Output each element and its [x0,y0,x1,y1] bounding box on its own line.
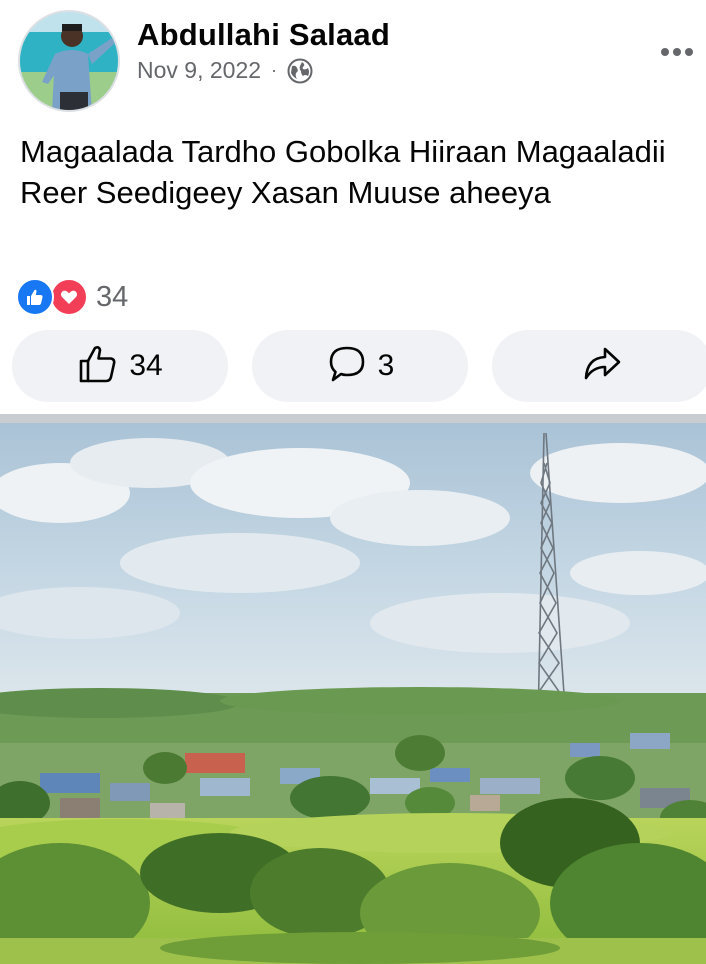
comment-bubble-icon [326,343,368,390]
share-button[interactable] [492,330,706,402]
post-date[interactable]: Nov 9, 2022 [137,57,261,84]
post-text: Magaalada Tardho Gobolka Hiiraan Magaala… [20,134,666,210]
reactions-summary[interactable]: 34 [16,278,128,316]
meta-separator: · [271,60,278,80]
thumbs-up-icon [77,343,119,390]
comment-count: 3 [377,349,395,382]
section-divider [0,414,706,423]
post-photo[interactable] [0,423,706,964]
more-dot [661,48,669,56]
reaction-count: 34 [96,280,129,313]
comment-button[interactable]: 3 [252,330,468,402]
post-meta: Nov 9, 2022 · [137,57,313,84]
action-bar: 34 3 [0,330,706,402]
author-avatar[interactable] [18,10,120,112]
like-button[interactable]: 34 [12,330,228,402]
more-dot [673,48,681,56]
more-dot [685,48,693,56]
like-reaction-icon [16,278,54,316]
like-count: 34 [129,349,163,382]
love-reaction-icon [50,278,88,316]
globe-icon [287,58,313,84]
post-header: Abdullahi Salaad Nov 9, 2022 · [0,0,706,120]
share-arrow-icon [581,343,623,390]
more-options-icon[interactable] [657,40,697,64]
author-name[interactable]: Abdullahi Salaad [137,17,390,53]
